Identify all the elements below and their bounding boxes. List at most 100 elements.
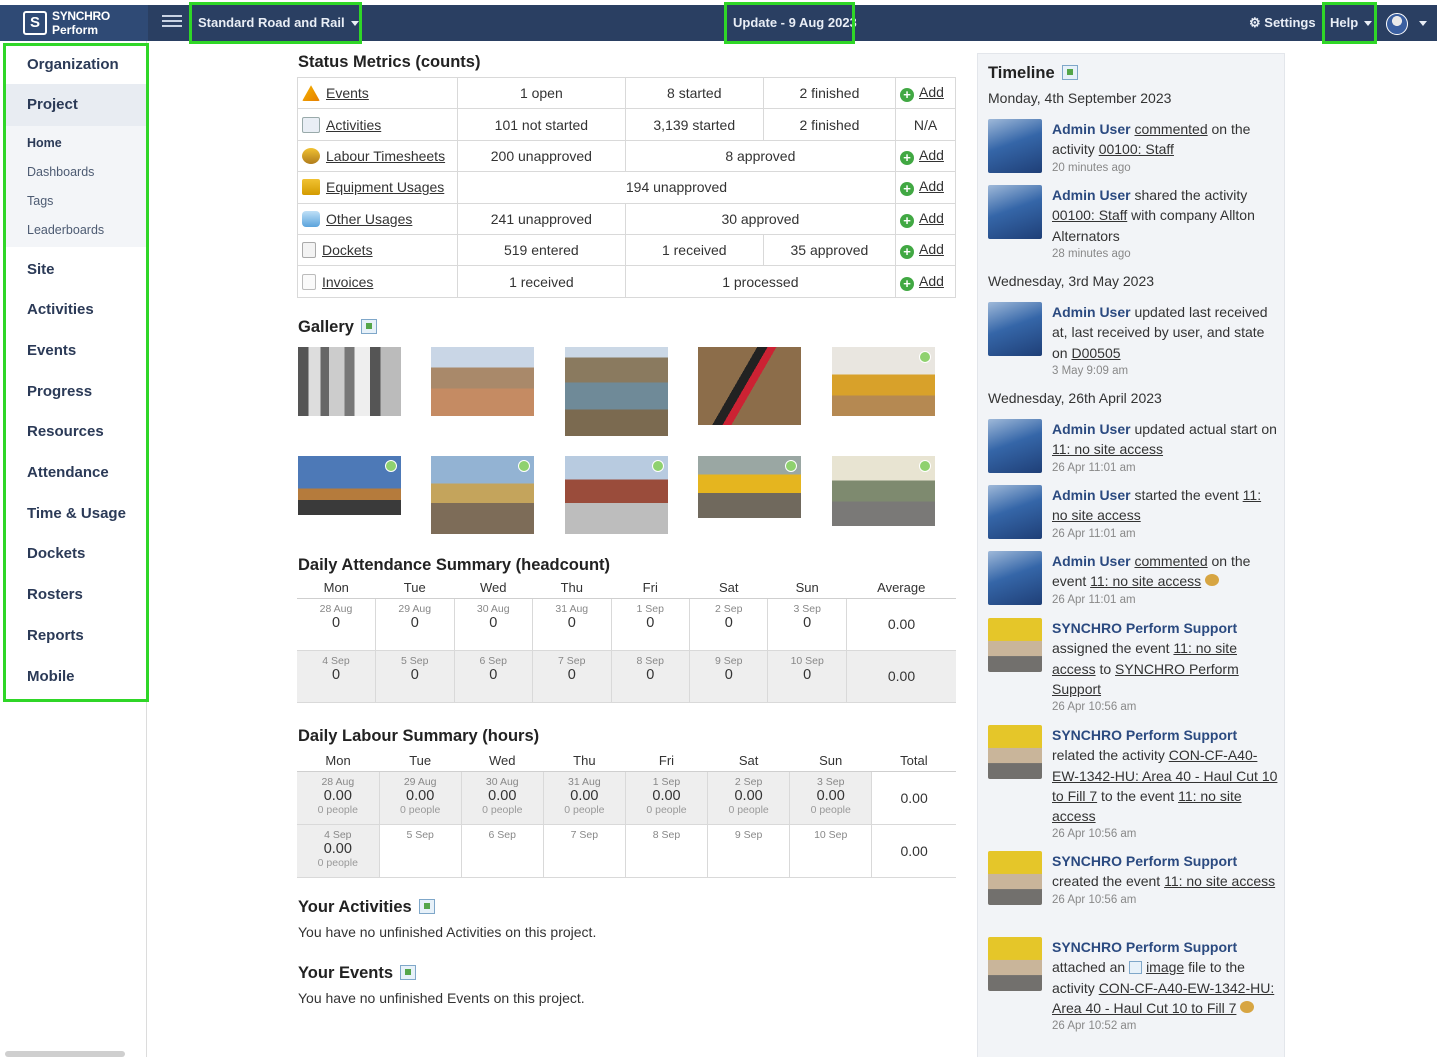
- gallery-image-cables[interactable]: [698, 347, 801, 425]
- col-wed: Wed: [461, 751, 544, 772]
- add-invoice-link[interactable]: Add: [919, 273, 944, 289]
- timeline-link[interactable]: commented: [1134, 121, 1207, 137]
- day-cell: 7 Sep 0: [532, 650, 612, 703]
- day-cell: 7 Sep: [543, 824, 626, 878]
- day-cell: 2 Sep 0.00 0 people: [707, 771, 791, 825]
- avatar: [988, 551, 1042, 605]
- avatar: [988, 725, 1042, 779]
- gallery-image-pipes[interactable]: [298, 347, 401, 416]
- timeline-link[interactable]: 11: no site access: [1052, 441, 1163, 457]
- gallery-image-demolition[interactable]: [431, 456, 534, 534]
- sidebar-item-events[interactable]: Events: [27, 342, 76, 359]
- hamburger-menu-icon[interactable]: [162, 12, 182, 32]
- sidebar-item-leaderboards[interactable]: Leaderboards: [27, 223, 104, 237]
- activities-report-icon[interactable]: [418, 899, 435, 914]
- timeline-link[interactable]: image: [1146, 959, 1184, 975]
- timeline-user[interactable]: SYNCHRO Perform Support: [1052, 939, 1237, 955]
- people-icon: [1205, 574, 1220, 587]
- col-wed: Wed: [454, 578, 533, 599]
- timeline-user[interactable]: SYNCHRO Perform Support: [1052, 727, 1237, 743]
- gallery-image-road-barrier[interactable]: [832, 456, 935, 526]
- sidebar-item-mobile[interactable]: Mobile: [27, 668, 75, 685]
- equipment-usages-link[interactable]: Equipment Usages: [326, 179, 444, 195]
- timeline-link[interactable]: 11: no site access: [1164, 873, 1275, 889]
- col-tue: Tue: [375, 578, 454, 599]
- table-row: 28 Aug 0 29 Aug 0 30 Aug 0 31 Aug 0 1 Sep 0 2…: [297, 598, 956, 651]
- sidebar-item-dashboards[interactable]: Dashboards: [27, 165, 94, 179]
- your-events-title: Your Events: [298, 964, 417, 983]
- sidebar-item-project[interactable]: Project: [27, 96, 78, 113]
- total-cell: 0.00: [871, 771, 956, 825]
- sidebar-item-resources[interactable]: Resources: [27, 423, 104, 440]
- gallery-image-construction-site[interactable]: [431, 347, 534, 416]
- day-cell: 31 Aug 0: [532, 598, 612, 651]
- add-image-icon[interactable]: [360, 319, 377, 334]
- add-event-link[interactable]: Add: [919, 84, 944, 100]
- sidebar-item-tags[interactable]: Tags: [27, 194, 53, 208]
- avatar: [988, 119, 1042, 173]
- invoices-link[interactable]: Invoices: [322, 274, 373, 290]
- add-docket-link[interactable]: Add: [919, 241, 944, 257]
- user-menu-toggle[interactable]: [1413, 15, 1427, 30]
- settings-label: Settings: [1264, 15, 1316, 30]
- highlight-update-selector: [724, 2, 855, 44]
- gallery-image-building-road[interactable]: [565, 456, 668, 534]
- location-globe-icon: [652, 460, 664, 472]
- chevron-down-icon: [1419, 21, 1427, 27]
- gallery-image-water-trench[interactable]: [565, 347, 668, 436]
- events-report-icon[interactable]: [400, 965, 417, 980]
- sidebar-item-rosters[interactable]: Rosters: [27, 586, 83, 603]
- day-cell: 6 Sep: [461, 824, 544, 878]
- sidebar-item-dockets[interactable]: Dockets: [27, 545, 85, 562]
- timeline-user[interactable]: SYNCHRO Perform Support: [1052, 853, 1237, 869]
- sidebar-item-reports[interactable]: Reports: [27, 627, 84, 644]
- gallery-image-yellow-excavator[interactable]: [698, 456, 801, 518]
- gallery-image-excavator-sky[interactable]: [298, 456, 401, 515]
- settings-link[interactable]: ⚙ Settings: [1249, 15, 1316, 31]
- timeline-user[interactable]: Admin User: [1052, 421, 1131, 437]
- other-unapproved: 241 unapproved: [457, 202, 626, 235]
- timeline-user[interactable]: Admin User: [1052, 553, 1131, 569]
- sidebar-scrollbar[interactable]: [5, 1051, 125, 1057]
- table-row: Dockets 519 entered 1 received 35 approv…: [297, 233, 956, 267]
- day-cell: 29 Aug 0: [375, 598, 455, 651]
- brand-logo[interactable]: S SYNCHRO Perform: [0, 5, 148, 41]
- user-avatar[interactable]: [1386, 13, 1408, 35]
- warning-icon: [302, 85, 320, 102]
- sidebar-item-home[interactable]: Home: [27, 136, 62, 150]
- your-activities-title-text: Your Activities: [298, 898, 412, 916]
- labour-timesheets-link[interactable]: Labour Timesheets: [326, 148, 445, 164]
- day-cell: 31 Aug 0.00 0 people: [543, 771, 626, 825]
- average-cell: 0.00: [846, 598, 956, 651]
- timeline-export-icon[interactable]: [1061, 65, 1078, 80]
- timeline-link[interactable]: commented: [1134, 553, 1207, 569]
- dockets-link[interactable]: Dockets: [322, 242, 373, 258]
- timeline-user[interactable]: Admin User: [1052, 304, 1131, 320]
- timeline-time: 20 minutes ago: [1052, 161, 1131, 174]
- timeline-time: 26 Apr 11:01 am: [1052, 593, 1136, 606]
- timeline-link[interactable]: 11: no site access: [1090, 573, 1201, 589]
- other-usages-link[interactable]: Other Usages: [326, 211, 412, 227]
- activities-link[interactable]: Activities: [326, 117, 381, 133]
- sidebar-item-attendance[interactable]: Attendance: [27, 464, 109, 481]
- timeline-user[interactable]: Admin User: [1052, 187, 1131, 203]
- sidebar-item-organization[interactable]: Organization: [27, 56, 119, 73]
- labour-approved: 8 approved: [624, 139, 897, 173]
- timeline-link[interactable]: D00505: [1071, 345, 1120, 361]
- add-equipment-link[interactable]: Add: [919, 178, 944, 194]
- sidebar-item-time-usage[interactable]: Time & Usage: [27, 505, 126, 522]
- events-link[interactable]: Events: [326, 85, 369, 101]
- add-other-usage-link[interactable]: Add: [919, 210, 944, 226]
- add-labour-link[interactable]: Add: [919, 147, 944, 163]
- timeline-user[interactable]: Admin User: [1052, 121, 1131, 137]
- timeline-user[interactable]: SYNCHRO Perform Support: [1052, 620, 1237, 636]
- sidebar-item-site[interactable]: Site: [27, 261, 55, 278]
- timeline-link[interactable]: 00100: Staff: [1099, 141, 1174, 157]
- day-cell: 4 Sep 0.00 0 people: [297, 824, 380, 878]
- labour-title: Daily Labour Summary (hours): [298, 727, 540, 745]
- timeline-user[interactable]: Admin User: [1052, 487, 1131, 503]
- sidebar-item-progress[interactable]: Progress: [27, 383, 92, 400]
- timeline-link[interactable]: 00100: Staff: [1052, 207, 1127, 223]
- sidebar-item-activities[interactable]: Activities: [27, 301, 94, 318]
- gallery-image-bulldozer[interactable]: [832, 347, 935, 416]
